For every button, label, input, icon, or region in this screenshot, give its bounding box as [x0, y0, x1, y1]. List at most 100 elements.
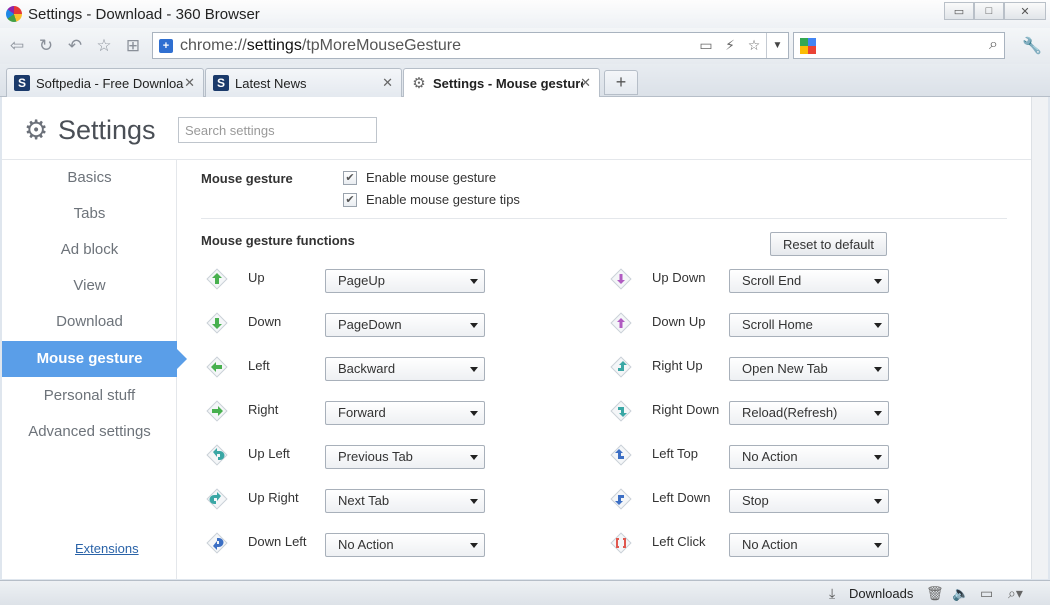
gesture-action-select[interactable]: Previous Tab — [325, 445, 485, 469]
close-button[interactable]: ✕ — [1004, 2, 1046, 20]
gesture-action-select[interactable]: Open New Tab — [729, 357, 889, 381]
reset-to-default-button[interactable]: Reset to default — [770, 232, 887, 256]
gesture-label: Up Down — [652, 270, 706, 285]
gesture-action-select[interactable]: No Action — [325, 533, 485, 557]
page-scrollbar[interactable] — [1031, 97, 1048, 579]
page-title: Settings — [58, 115, 156, 145]
sidebar-item-personal-stuff[interactable]: Personal stuff — [2, 378, 177, 414]
apps-icon[interactable]: ⊞ — [121, 34, 145, 58]
gesture-action-select[interactable]: Forward — [325, 401, 485, 425]
settings-gear-icon: ⚙ — [24, 115, 49, 145]
address-bar[interactable]: + chrome://settings/tpMoreMouseGesture ▭… — [152, 32, 789, 59]
gesture-action-select[interactable]: No Action — [729, 533, 889, 557]
gesture-action-value: Backward — [338, 361, 396, 376]
gesture-action-select[interactable]: PageUp — [325, 269, 485, 293]
gesture-row: Down Left No Action — [201, 529, 501, 559]
status-bar: ⤓ Downloads 🗑 🔈 ▭ ⌕▾ — [0, 580, 1050, 605]
gesture-row: Right Down Reload(Refresh) — [605, 397, 905, 427]
gesture-action-select[interactable]: PageDown — [325, 313, 485, 337]
tab-close-icon[interactable]: ✕ — [580, 75, 591, 91]
wrench-menu-icon[interactable]: 🔧 — [1022, 36, 1042, 56]
navigation-toolbar: ⇦ ↻ ↶ ☆ ⊞ + chrome://settings/tpMoreMous… — [0, 28, 1050, 64]
search-icon[interactable]: ⌕ — [989, 36, 998, 54]
right-up-icon — [609, 355, 633, 379]
up-down-icon — [609, 267, 633, 291]
tab-label: Latest News — [235, 75, 307, 91]
gesture-label: Right Up — [652, 358, 703, 373]
gesture-row: Left Down Stop — [605, 485, 905, 515]
arrow-up-right-icon — [205, 487, 229, 511]
sidebar-item-view[interactable]: View — [2, 268, 177, 304]
enable-mouse-gesture-label: Enable mouse gesture — [366, 170, 497, 185]
mouse-gesture-section-title: Mouse gesture — [201, 171, 293, 186]
address-dropdown-icon[interactable]: ▼ — [766, 33, 788, 58]
arrow-right-icon — [205, 399, 229, 423]
tab-softpedia[interactable]: S Softpedia - Free Downloa ✕ — [6, 68, 204, 97]
tab-label: Softpedia - Free Downloa — [36, 75, 184, 91]
search-box[interactable]: ⌕ — [793, 32, 1005, 59]
settings-sidebar: Basics Tabs Ad block View Download Mouse… — [2, 160, 187, 579]
dropdown-caret-icon — [874, 411, 882, 416]
bookmark-star-icon[interactable]: ☆ — [742, 37, 766, 54]
extensions-link[interactable]: Extensions — [75, 541, 139, 556]
download-icon[interactable]: ⤓ — [829, 585, 835, 602]
refresh-icon[interactable]: ↻ — [34, 34, 58, 58]
gesture-action-value: Open New Tab — [742, 361, 828, 376]
undo-close-icon[interactable]: ↶ — [63, 34, 87, 58]
gesture-action-select[interactable]: Scroll End — [729, 269, 889, 293]
favorites-icon[interactable]: ☆ — [92, 34, 116, 58]
gesture-action-select[interactable]: Backward — [325, 357, 485, 381]
down-up-icon — [609, 311, 633, 335]
tab-latest-news[interactable]: S Latest News ✕ — [205, 68, 402, 97]
gesture-action-value: Previous Tab — [338, 449, 413, 464]
tab-strip: S Softpedia - Free Downloa ✕ S Latest Ne… — [0, 64, 1050, 98]
dropdown-caret-icon — [470, 543, 478, 548]
speaker-icon[interactable]: 🔈 — [952, 585, 969, 602]
sidebar-item-tabs[interactable]: Tabs — [2, 196, 177, 232]
arrow-down-icon — [205, 311, 229, 335]
search-engine-icon[interactable] — [800, 37, 816, 54]
enable-gesture-tips-checkbox[interactable]: ✔ — [343, 192, 357, 207]
minimize-button[interactable]: ▭ — [944, 2, 974, 20]
gesture-action-select[interactable]: Next Tab — [325, 489, 485, 513]
gesture-action-select[interactable]: No Action — [729, 445, 889, 469]
gesture-action-select[interactable]: Scroll Home — [729, 313, 889, 337]
left-top-icon — [609, 443, 633, 467]
maximize-button[interactable]: □ — [974, 2, 1004, 20]
tab-settings[interactable]: ⚙ Settings - Mouse gesture ✕ — [403, 68, 600, 98]
left-click-icon — [609, 531, 633, 555]
zoom-icon[interactable]: ⌕▾ — [1008, 585, 1023, 602]
back-icon[interactable]: ⇦ — [5, 34, 29, 58]
gesture-action-value: Next Tab — [338, 493, 390, 508]
trash-icon[interactable]: 🗑 — [926, 585, 944, 602]
downloads-label[interactable]: Downloads — [849, 586, 913, 601]
search-settings-input[interactable] — [178, 117, 377, 143]
tab-close-icon[interactable]: ✕ — [382, 75, 393, 91]
sidebar-item-download[interactable]: Download — [2, 304, 177, 340]
dropdown-caret-icon — [470, 455, 478, 460]
gesture-action-select[interactable]: Stop — [729, 489, 889, 513]
gesture-action-select[interactable]: Reload(Refresh) — [729, 401, 889, 425]
url-text[interactable]: chrome://settings/tpMoreMouseGesture — [180, 37, 461, 55]
sidebar-item-advanced-settings[interactable]: Advanced settings — [2, 414, 177, 450]
gesture-row: Right Forward — [201, 397, 501, 427]
enable-gesture-tips-row[interactable]: ✔ Enable mouse gesture tips — [343, 192, 520, 207]
dropdown-caret-icon — [470, 279, 478, 284]
sidebar-item-ad-block[interactable]: Ad block — [2, 232, 177, 268]
softpedia-favicon-icon: S — [14, 75, 30, 91]
compat-mode-icon[interactable]: ▭ — [694, 37, 718, 54]
gesture-action-value: No Action — [338, 537, 394, 552]
enable-mouse-gesture-row[interactable]: ✔ Enable mouse gesture — [343, 170, 496, 185]
screen-icon[interactable]: ▭ — [980, 585, 993, 602]
arrow-down-left-icon — [205, 531, 229, 555]
new-tab-button[interactable]: + — [604, 70, 638, 95]
tab-close-icon[interactable]: ✕ — [184, 75, 195, 91]
gesture-action-value: Reload(Refresh) — [742, 405, 838, 420]
dropdown-caret-icon — [874, 367, 882, 372]
sidebar-item-mouse-gesture[interactable]: Mouse gesture — [2, 341, 187, 377]
speed-mode-icon[interactable]: ⚡ — [718, 37, 742, 54]
enable-mouse-gesture-checkbox[interactable]: ✔ — [343, 170, 357, 185]
gesture-label: Up Left — [248, 446, 290, 461]
address-bar-icons: ▭ ⚡ ☆ ▼ — [694, 33, 788, 58]
sidebar-item-basics[interactable]: Basics — [2, 160, 177, 196]
